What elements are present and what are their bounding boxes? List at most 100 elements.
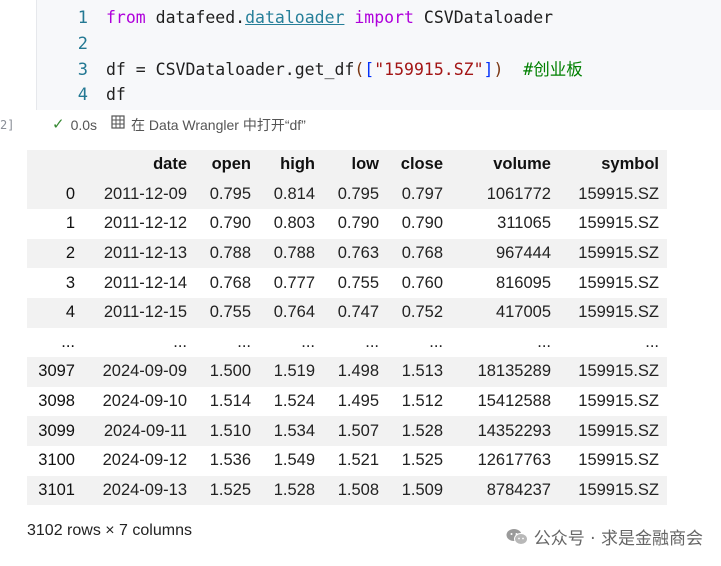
bracket-open: [ bbox=[364, 60, 375, 79]
table-cell: 1.507 bbox=[337, 421, 379, 440]
table-cell: 0.788 bbox=[273, 244, 315, 263]
table-cell: 18135289 bbox=[477, 362, 551, 381]
table-cell: 159915.SZ bbox=[578, 214, 659, 233]
row-index: 3101 bbox=[38, 480, 75, 499]
table-cell: 0.795 bbox=[337, 184, 379, 203]
table-row: 2 2011-12-13 0.788 0.788 0.763 0.768 967444 159… bbox=[27, 238, 667, 269]
code-line-3[interactable]: df = CSVDataloader.get_df(["159915.SZ"])… bbox=[106, 58, 583, 82]
table-cell: 2011-12-15 bbox=[103, 303, 187, 322]
code-line-1[interactable]: from datafeed.dataloader import CSVDatal… bbox=[106, 6, 553, 30]
table-cell: 0.803 bbox=[273, 214, 315, 233]
table-cell: 1.513 bbox=[401, 362, 443, 381]
row-index: 4 bbox=[65, 303, 75, 322]
check-icon: ✓ bbox=[52, 116, 65, 133]
column-header bbox=[27, 150, 83, 180]
table-cell: 0.760 bbox=[401, 273, 443, 292]
line-number: 3 bbox=[77, 60, 88, 80]
wechat-icon bbox=[506, 528, 528, 546]
table-cell: 159915.SZ bbox=[578, 273, 659, 292]
table-cell: 2011-12-12 bbox=[103, 214, 187, 233]
table-cell: 159915.SZ bbox=[578, 421, 659, 440]
table-row: 3100 2024-09-12 1.536 1.549 1.521 1.525 126177… bbox=[27, 446, 667, 476]
table-cell: ... bbox=[429, 332, 443, 351]
table-row: 0 2011-12-09 0.795 0.814 0.795 0.797 1061772 15… bbox=[27, 179, 667, 210]
code-line-4[interactable]: df bbox=[106, 83, 126, 107]
column-header: symbol bbox=[601, 155, 659, 174]
table-cell: 1.549 bbox=[273, 451, 315, 470]
row-index: 3099 bbox=[38, 421, 75, 440]
table-cell: 0.768 bbox=[401, 244, 443, 263]
column-header: high bbox=[280, 155, 315, 174]
table-cell: 1.508 bbox=[337, 480, 379, 499]
bracket-close: ] bbox=[483, 60, 494, 79]
table-cell: 2011-12-14 bbox=[103, 273, 187, 292]
table-cell: 1061772 bbox=[486, 184, 551, 203]
watermark: 公众号 · 求是金融商会 bbox=[506, 524, 703, 549]
table-row: ........................ bbox=[27, 328, 667, 358]
table-cell: 159915.SZ bbox=[578, 244, 659, 263]
column-header: volume bbox=[493, 155, 551, 174]
module-link[interactable]: dataloader bbox=[245, 8, 344, 27]
table-cell: 0.814 bbox=[273, 184, 315, 203]
table-row: 3098 2024-09-10 1.514 1.524 1.495 1.512 154125… bbox=[27, 387, 667, 417]
table-cell: 417005 bbox=[495, 303, 551, 322]
table-cell: 0.790 bbox=[401, 214, 443, 233]
table-cell: 14352293 bbox=[477, 421, 551, 440]
table-row: 4 2011-12-15 0.755 0.764 0.747 0.752 417005 159… bbox=[27, 297, 667, 328]
table-cell: 0.797 bbox=[401, 184, 443, 203]
row-index: 3098 bbox=[38, 392, 75, 411]
row-index: 3097 bbox=[38, 362, 75, 381]
assignment: df = CSVDataloader.get_df bbox=[106, 60, 355, 79]
row-index: ... bbox=[61, 332, 75, 351]
table-cell: 2024-09-12 bbox=[102, 451, 187, 470]
table-cell: 1.521 bbox=[337, 451, 379, 470]
table-cell: 2024-09-10 bbox=[102, 392, 187, 411]
table-cell: 0.777 bbox=[273, 273, 315, 292]
open-in-data-wrangler-link[interactable]: 在 Data Wrangler 中打开“df” bbox=[131, 114, 306, 136]
comment: #创业板 bbox=[503, 60, 583, 79]
module-name: datafeed. bbox=[145, 8, 246, 27]
string-literal: "159915.SZ" bbox=[374, 60, 484, 79]
table-cell: 159915.SZ bbox=[578, 451, 659, 470]
column-header: date bbox=[153, 155, 187, 174]
paren-open: ( bbox=[354, 60, 365, 79]
line-number: 4 bbox=[77, 85, 88, 105]
table-cell: 0.788 bbox=[209, 244, 251, 263]
watermark-text: 公众号 · 求是金融商会 bbox=[533, 529, 703, 549]
exec-time: 0.0s bbox=[70, 117, 98, 133]
table-cell: 1.524 bbox=[273, 392, 315, 411]
table-cell: 8784237 bbox=[486, 480, 551, 499]
table-cell: 0.747 bbox=[337, 303, 379, 322]
table-cell: ... bbox=[237, 332, 251, 351]
cell-status-bar: ✓ 0.0s 在 Data Wrangler 中打开“df” bbox=[52, 114, 306, 136]
table-row: 3 2011-12-14 0.768 0.777 0.755 0.760 816095 159… bbox=[27, 268, 667, 298]
table-cell: 816095 bbox=[495, 273, 551, 292]
table-cell: 1.519 bbox=[273, 362, 315, 381]
table-cell: 1.512 bbox=[401, 392, 443, 411]
table-cell: 2011-12-09 bbox=[103, 184, 187, 203]
imported-name: CSVDataloader bbox=[413, 8, 554, 27]
table-cell: 159915.SZ bbox=[578, 303, 659, 322]
line-number: 1 bbox=[77, 8, 88, 28]
row-index: 0 bbox=[65, 184, 75, 203]
table-cell: 1.500 bbox=[209, 362, 251, 381]
table-cell: 0.755 bbox=[209, 303, 251, 322]
column-header: close bbox=[400, 155, 443, 174]
code-cell[interactable]: 1 from datafeed.dataloader import CSVDat… bbox=[16, 0, 721, 140]
table-cell: ... bbox=[645, 332, 659, 351]
table-cell: 1.536 bbox=[209, 451, 251, 470]
table-cell: 2024-09-11 bbox=[103, 421, 187, 440]
table-cell: 1.498 bbox=[337, 362, 379, 381]
table-cell: 159915.SZ bbox=[578, 362, 659, 381]
table-cell: 1.509 bbox=[401, 480, 443, 499]
keyword-from: from bbox=[106, 8, 146, 27]
grid-icon[interactable] bbox=[111, 114, 125, 136]
table-cell: 12617763 bbox=[477, 451, 551, 470]
table-row: 1 2011-12-12 0.790 0.803 0.790 0.790 311065 159… bbox=[27, 209, 667, 239]
table-cell: 0.752 bbox=[401, 303, 443, 322]
table-cell: 0.768 bbox=[209, 273, 251, 292]
row-index: 2 bbox=[65, 244, 75, 263]
table-cell: 2011-12-13 bbox=[103, 244, 187, 263]
table-cell: 159915.SZ bbox=[578, 392, 659, 411]
table-cell: 159915.SZ bbox=[578, 184, 659, 203]
